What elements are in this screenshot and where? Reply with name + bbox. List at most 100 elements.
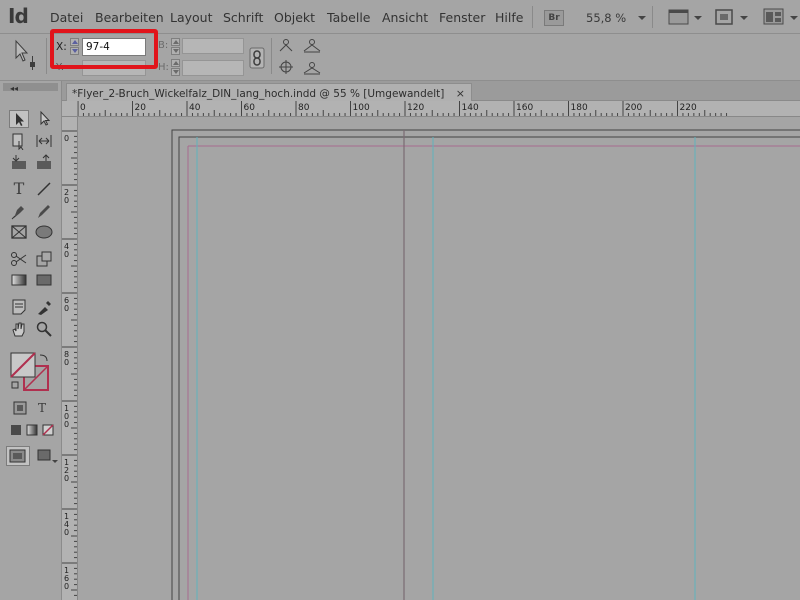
menu-datei[interactable]: Datei xyxy=(50,10,83,25)
hand-tool[interactable] xyxy=(9,320,29,338)
selection-tool-options[interactable] xyxy=(6,38,40,74)
document-tab[interactable]: *Flyer_2-Bruch_Wickelfalz_DIN_lang_hoch.… xyxy=(66,83,472,101)
apply-none-button[interactable] xyxy=(38,421,58,439)
ruler-label: 200 xyxy=(625,103,642,113)
hand-icon xyxy=(12,322,25,337)
menu-tabelle[interactable]: Tabelle xyxy=(327,10,371,25)
rotate-icon xyxy=(279,60,293,74)
w-spin-down[interactable] xyxy=(171,47,180,55)
rotate-button[interactable] xyxy=(278,58,294,76)
ruler-label: 0 xyxy=(64,474,69,483)
ruler-label: 0 xyxy=(64,250,69,259)
menu-objekt[interactable]: Objekt xyxy=(274,10,315,25)
document-canvas[interactable] xyxy=(79,118,800,600)
selection-tool[interactable] xyxy=(9,110,29,128)
content-collector-tool[interactable] xyxy=(9,153,29,171)
normal-view-icon xyxy=(9,449,26,463)
view-mode-dropdown-icon[interactable] xyxy=(52,460,58,463)
scale-y-button[interactable] xyxy=(302,38,322,54)
vertical-ruler[interactable]: 020406080100120140160 xyxy=(62,117,78,600)
zoom-dropdown-icon[interactable] xyxy=(638,16,646,20)
constrain-proportions-button[interactable] xyxy=(249,47,265,69)
line-tool[interactable] xyxy=(34,180,54,198)
formatting-text-button[interactable]: T xyxy=(32,399,52,417)
gradient-swatch-tool[interactable] xyxy=(9,271,29,289)
pencil-icon xyxy=(38,205,50,218)
free-transform-tool[interactable] xyxy=(34,250,54,268)
gradient-feather-tool[interactable] xyxy=(34,271,54,289)
rectangle-frame-tool[interactable] xyxy=(9,223,29,241)
scale-x-button[interactable] xyxy=(278,38,294,54)
w-spin-up[interactable] xyxy=(171,38,180,46)
shear-button[interactable] xyxy=(302,58,322,76)
distribute-icon xyxy=(303,39,321,53)
horizontal-ruler[interactable]: 0 20 40 60 80 100 120 140 160 180 200 220 xyxy=(78,101,800,117)
fill-stroke-proxy[interactable] xyxy=(10,352,52,394)
ruler-label: 100 xyxy=(353,103,370,113)
none-icon xyxy=(42,424,54,436)
fill-stroke-icon xyxy=(10,352,49,391)
screen-mode-button[interactable] xyxy=(714,8,736,27)
arrange-documents-button[interactable] xyxy=(763,8,785,26)
menu-bearbeiten[interactable]: Bearbeiten xyxy=(95,10,164,25)
magnifier-icon xyxy=(36,321,52,337)
container-icon xyxy=(13,401,27,415)
h-spin-up[interactable] xyxy=(171,59,180,67)
preview-mode[interactable] xyxy=(34,446,54,464)
shear-icon xyxy=(303,62,321,75)
screen-mode-dropdown-icon[interactable] xyxy=(740,16,748,20)
ellipse-tool[interactable] xyxy=(34,223,54,241)
scissors-tool[interactable] xyxy=(9,250,29,268)
menu-separator xyxy=(652,6,653,28)
bleed-outline xyxy=(171,129,800,600)
line-icon xyxy=(37,182,51,196)
horizontal-ruler-ticks: 0 20 40 60 80 100 120 140 160 180 200 220 xyxy=(78,101,728,116)
height-input[interactable] xyxy=(182,60,244,76)
view-options-button[interactable] xyxy=(668,9,690,26)
ruler-origin[interactable] xyxy=(62,101,78,117)
pencil-tool[interactable] xyxy=(34,202,54,220)
ruler-label: 0 xyxy=(64,134,69,143)
eyedropper-icon xyxy=(38,301,51,315)
gap-icon xyxy=(36,135,52,147)
ruler-label: 80 xyxy=(298,103,310,113)
ruler-label: 0 xyxy=(80,103,86,113)
page-spread xyxy=(171,129,800,600)
ruler-label: 0 xyxy=(64,420,69,429)
formatting-container-button[interactable] xyxy=(10,399,30,417)
menu-schrift[interactable]: Schrift xyxy=(223,10,263,25)
gap-tool[interactable] xyxy=(34,132,54,150)
ruler-label: 0 xyxy=(64,358,69,367)
ruler-label: 20 xyxy=(135,103,147,113)
h-label: H: xyxy=(158,62,169,73)
vertical-ruler-ticks: 020406080100120140160 xyxy=(62,130,77,596)
normal-view-mode[interactable] xyxy=(6,446,30,466)
zoom-tool[interactable] xyxy=(34,320,54,338)
menu-fenster[interactable]: Fenster xyxy=(439,10,485,25)
type-tool[interactable]: T xyxy=(9,180,29,198)
ruler-label: 160 xyxy=(516,103,533,113)
control-separator xyxy=(46,38,47,74)
app-logo: Id xyxy=(8,4,29,28)
view-dropdown-icon[interactable] xyxy=(694,16,702,20)
ruler-label: 120 xyxy=(407,103,424,113)
page-tool[interactable] xyxy=(9,132,29,151)
content-placer-tool[interactable] xyxy=(34,153,54,171)
menu-ansicht[interactable]: Ansicht xyxy=(382,10,428,25)
zoom-level[interactable]: 55,8 % xyxy=(586,11,626,25)
bridge-button[interactable]: Br xyxy=(544,10,564,26)
arrange-dropdown-icon[interactable] xyxy=(790,16,798,20)
direct-selection-tool[interactable] xyxy=(34,110,54,128)
eyedropper-tool[interactable] xyxy=(34,298,54,316)
selection-arrow-icon xyxy=(16,113,24,126)
w-label: B: xyxy=(158,40,169,51)
close-icon[interactable]: × xyxy=(456,87,465,100)
menu-layout[interactable]: Layout xyxy=(170,10,213,25)
collapse-panel-icon[interactable]: ◂◂ xyxy=(10,85,18,93)
note-tool[interactable] xyxy=(9,298,29,316)
menu-hilfe[interactable]: Hilfe xyxy=(495,10,523,25)
pen-tool[interactable] xyxy=(9,202,29,220)
width-input[interactable] xyxy=(182,38,244,54)
scale-icon xyxy=(279,39,293,52)
h-spin-down[interactable] xyxy=(171,68,180,76)
